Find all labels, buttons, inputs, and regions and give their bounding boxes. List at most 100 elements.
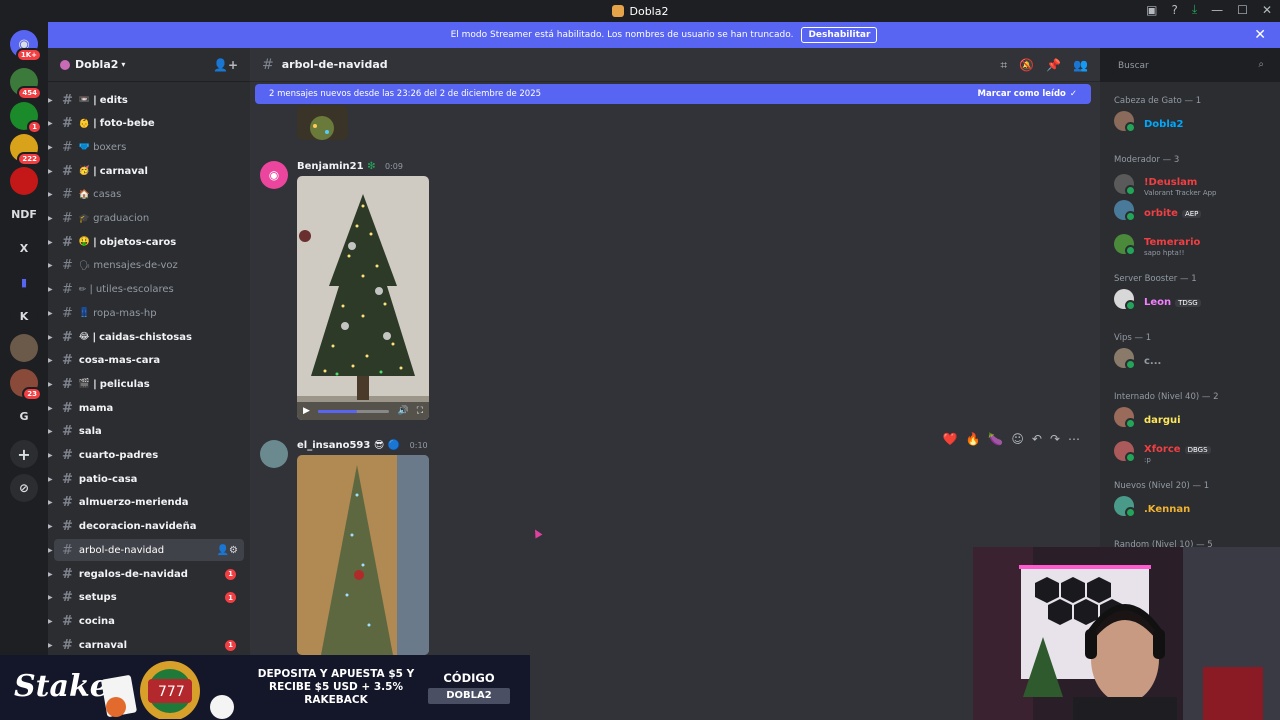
guild-icon[interactable]: NDF [10,200,38,228]
channel-almuerzo-merienda[interactable]: ▶ # almuerzo-merienda [48,492,244,514]
reaction-fire[interactable]: 🔥 [965,432,980,446]
help-icon[interactable]: ? [1171,3,1177,17]
hash-icon: # [262,56,274,73]
minimize-icon[interactable]: — [1211,3,1223,17]
member-item[interactable]: dargui [1114,407,1181,429]
message-header: Benjamin21 ❇ 0:09 [297,161,403,172]
member-item[interactable]: Leon TDSG [1114,289,1201,311]
home-button[interactable]: ◉ 1K+ [10,30,42,62]
member-item[interactable]: !Deuslam Valorant Tracker App [1114,170,1217,197]
channel-patio-casa[interactable]: ▶ # patio-casa [48,468,244,490]
member-item[interactable]: Temerario sapo hpta!! [1114,230,1200,257]
add-member-icon[interactable]: 👤+ [213,58,238,72]
reaction-heart[interactable]: ❤️ [943,432,958,446]
channel-ropa-mas-hp[interactable]: ▶ # 👖 ropa-mas-hp [48,302,244,324]
member-item[interactable]: Xforce DBGS:p [1114,437,1211,464]
member-item[interactable]: .Kennan [1114,496,1190,518]
channel-decoracion-navideña[interactable]: ▶ # decoracion-navideña [48,516,244,538]
member-text: c... [1144,349,1161,368]
download-icon[interactable]: ⤓ [1192,2,1197,17]
avatar[interactable] [260,440,288,468]
member-list-icon[interactable]: 👥 [1073,58,1088,73]
channel-arbol-de-navidad[interactable]: ▶ # arbol-de-navidad 👤⚙ [48,539,244,562]
channel-graduacion[interactable]: ▶ # 🎓 graduacion [48,208,244,230]
channel-settings-icon[interactable]: 👤⚙ [217,545,238,556]
guild-icon[interactable] [10,167,38,195]
guild-icon[interactable]: 1 [10,102,42,134]
channel-emoji: 🥳 [78,166,91,177]
channel-foto-bebe[interactable]: ▶ # 👶 | foto-bebe [48,113,244,135]
channel-cocina[interactable]: ▶ # cocina [48,610,244,632]
forward-icon[interactable]: ↷ [1050,432,1060,446]
threads-icon[interactable]: ⌗ [1000,58,1007,73]
search-input[interactable]: Buscar ⌕ [1112,56,1270,76]
channel-carnaval[interactable]: ▶ # 🥳 | carnaval [48,160,244,182]
hash-icon: # [62,424,73,440]
promo-code-label: CÓDIGO [443,671,495,685]
channel-label: ropa-mas-hp [93,307,157,319]
message-author[interactable]: Benjamin21 [297,161,364,172]
inbox-icon[interactable]: ▣ [1146,3,1157,17]
channel-sala[interactable]: ▶ # sala [48,421,244,443]
guild-icon[interactable]: 222 [10,134,42,166]
guild-icon[interactable] [10,334,38,362]
promo-offer-line: DEPOSITA Y APUESTA $5 Y [257,668,415,680]
hash-icon: # [62,211,73,226]
guild-icon[interactable]: 454 [10,68,42,100]
video-attachment[interactable]: ▶ 🔊 ⛶ [297,176,429,420]
video-seek-bar[interactable] [317,409,390,413]
play-icon[interactable]: ▶ [303,406,310,416]
channel-regalos-de-navidad[interactable]: ▶ # regalos-de-navidad 1 [48,563,244,585]
member-item[interactable]: c... [1114,348,1161,370]
mute-icon[interactable]: 🔕 [1019,58,1034,73]
attachment-image[interactable] [297,455,429,655]
channel-casas[interactable]: ▶ # 🏠 casas [48,184,244,206]
close-window-icon[interactable]: ✕ [1262,3,1272,17]
channel-label: patio-casa [78,473,138,485]
add-reaction-icon[interactable]: ☺ [1011,432,1024,446]
avatar[interactable]: ◉ [260,161,288,189]
guild-icon[interactable]: G [10,402,38,430]
channel-setups[interactable]: ▶ # setups 1 [48,587,244,609]
pin-icon[interactable]: 📌 [1046,58,1061,73]
member-item[interactable]: Dobla2 [1114,111,1183,133]
more-icon[interactable]: ⋯ [1068,432,1080,446]
member-item[interactable]: orbite AEP [1114,200,1202,222]
unread-indicator-icon: ▶ [48,380,53,388]
hash-icon: # [62,234,73,250]
channel-cosa-mas-cara[interactable]: ▶ # cosa-mas-cara [48,350,244,372]
close-icon[interactable]: ✕ [1254,27,1266,43]
volume-icon[interactable]: 🔊 [397,406,408,416]
folder-icon[interactable]: ▮ [10,268,38,296]
add-server-icon[interactable]: + [10,440,38,468]
channel-edits[interactable]: ▶ # 📼 | edits [48,89,244,111]
channel-mama[interactable]: ▶ # mama [48,397,244,419]
channel-divider: | [93,378,97,390]
guild-icon[interactable]: K [10,302,38,330]
channel-objetos-caros[interactable]: ▶ # 🤑 | objetos-caros [48,231,244,253]
reaction-eggplant[interactable]: 🍆 [988,432,1003,446]
guild-icon[interactable]: X [10,234,38,262]
hash-icon: # [62,400,73,416]
disable-streamer-button[interactable]: Deshabilitar [801,27,878,43]
hash-icon: # [62,637,73,653]
unread-indicator-icon: ▶ [48,570,53,578]
guild-icon[interactable]: 23 [10,369,42,401]
channel-cuarto-padres[interactable]: ▶ # cuarto-padres [48,445,244,467]
channel-utiles-escolares[interactable]: ▶ # ✏ | utiles-escolares [48,279,244,301]
reply-icon[interactable]: ↶ [1032,432,1042,446]
maximize-icon[interactable]: ☐ [1237,3,1248,17]
server-header[interactable]: Dobla2 ▾ 👤+ [48,48,250,82]
mark-as-read-button[interactable]: Marcar como leído [978,89,1066,99]
channel-mensajes-de-voz[interactable]: ▶ # 🗣 mensajes-de-voz [48,255,244,277]
attachment-image[interactable] [297,106,348,140]
discover-icon[interactable]: ⊘ [10,474,38,502]
channel-boxers[interactable]: ▶ # 🩲 boxers [48,136,244,158]
channel-carnaval[interactable]: ▶ # carnaval 1 [48,634,244,656]
channel-peliculas[interactable]: ▶ # 🎬 | peliculas [48,373,244,395]
fullscreen-icon[interactable]: ⛶ [417,406,423,416]
member-text: Dobla2 [1144,112,1183,131]
message-author[interactable]: el_insano593 [297,440,370,451]
new-messages-bar[interactable]: 2 mensajes nuevos desde las 23:26 del 2 … [255,84,1091,104]
channel-caidas-chistosas[interactable]: ▶ # 😂 | caidas-chistosas [48,326,244,348]
